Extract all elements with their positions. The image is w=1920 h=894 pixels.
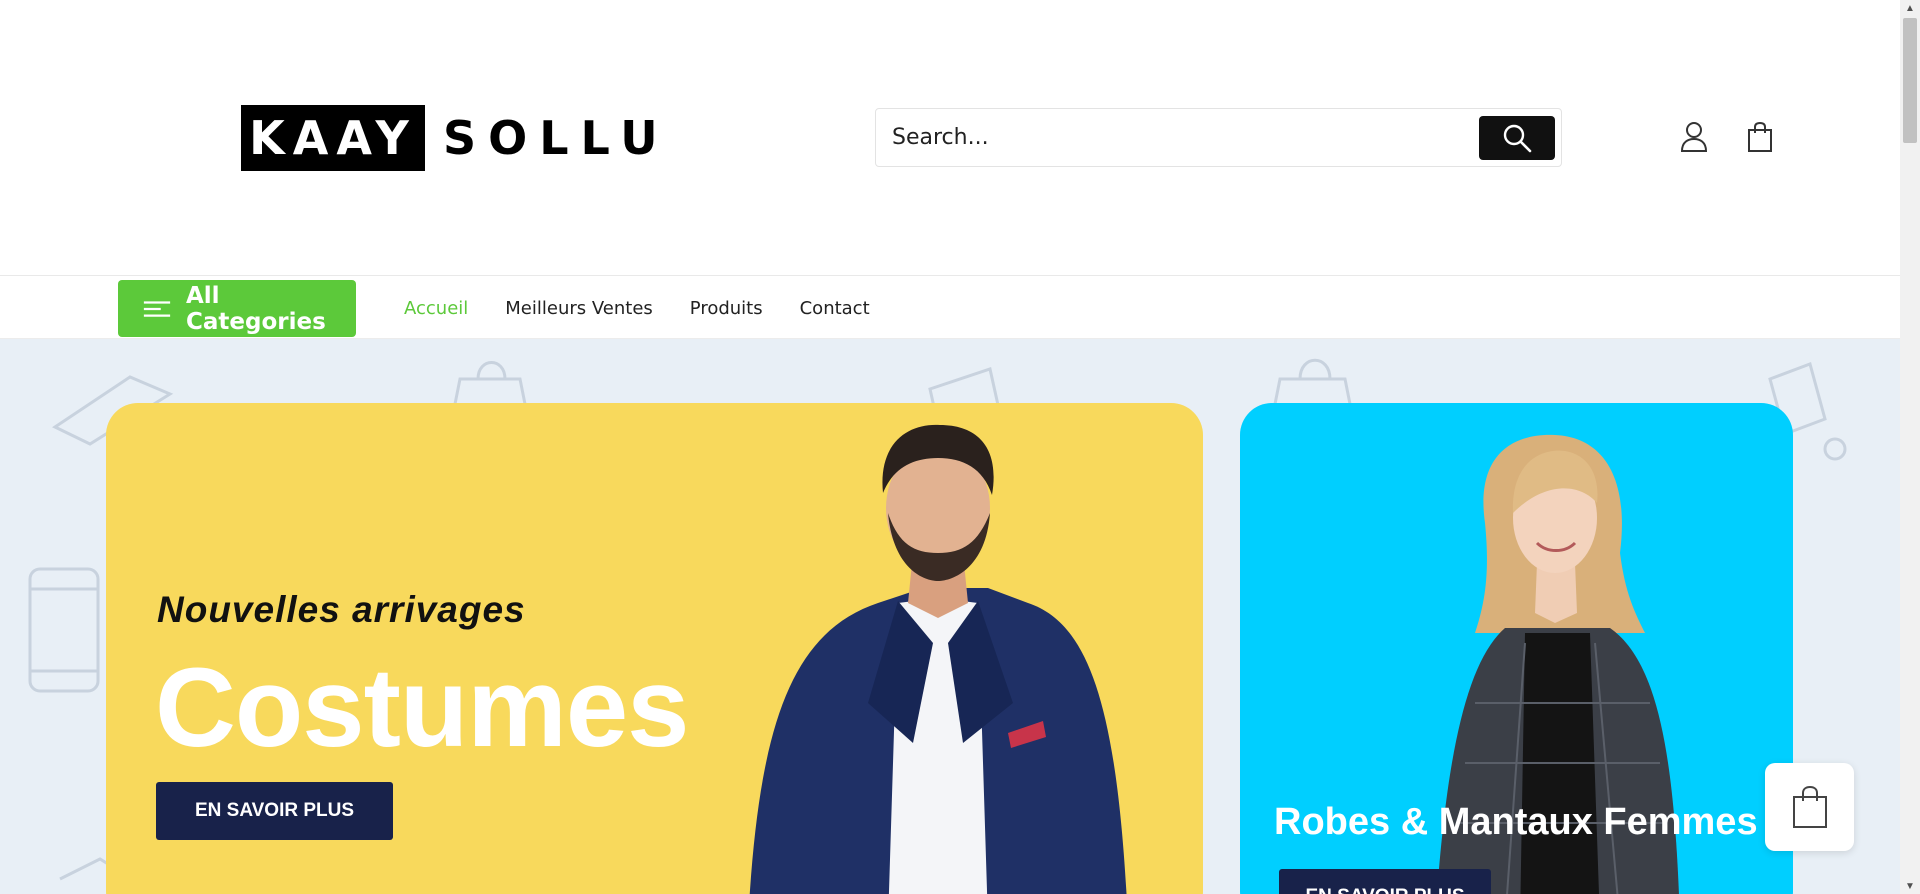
banner-costumes: Nouvelles arrivages Costumes EN SAVOIR P… <box>106 403 1203 894</box>
all-categories-label: All Categories <box>186 282 326 335</box>
cart-button[interactable] <box>1743 120 1777 154</box>
all-categories-button[interactable]: All Categories <box>118 280 356 337</box>
scroll-thumb[interactable] <box>1903 18 1917 143</box>
user-icon <box>1680 122 1708 152</box>
main-navbar: All Categories Accueil Meilleurs Ventes … <box>0 277 1900 339</box>
scroll-up-arrow[interactable]: ▲ <box>1900 0 1920 16</box>
logo-word-text: SOLLU <box>443 111 670 165</box>
site-header: KAAY SOLLU <box>0 0 1900 276</box>
side-learn-more-button[interactable]: EN SAVOIR PLUS <box>1279 869 1491 894</box>
banner-title: Costumes <box>155 645 689 770</box>
nav-link-contact[interactable]: Contact <box>800 298 870 319</box>
nav-links: Accueil Meilleurs Ventes Produits Contac… <box>404 277 907 339</box>
banner-robes-mantaux: Robes & Mantaux Femmes EN SAVOIR PLUS <box>1240 403 1793 894</box>
search-button[interactable] <box>1479 116 1555 160</box>
logo-box-text: KAAY <box>241 105 425 171</box>
banner-kicker: Nouvelles arrivages <box>157 589 526 630</box>
nav-link-produits[interactable]: Produits <box>690 298 763 319</box>
menu-icon <box>143 300 171 317</box>
scroll-down-arrow[interactable]: ▼ <box>1900 878 1920 894</box>
learn-more-button[interactable]: EN SAVOIR PLUS <box>156 782 393 840</box>
nav-link-meilleurs-ventes[interactable]: Meilleurs Ventes <box>505 298 653 319</box>
account-button[interactable] <box>1677 120 1711 154</box>
site-logo[interactable]: KAAY SOLLU <box>241 105 670 171</box>
floating-cart-button[interactable] <box>1765 763 1854 851</box>
side-banner-title: Robes & Mantaux Femmes <box>1274 801 1758 843</box>
shopping-bag-icon <box>1748 121 1772 152</box>
hero-section: Nouvelles arrivages Costumes EN SAVOIR P… <box>0 339 1900 894</box>
man-in-suit-image <box>749 424 1127 894</box>
search-bar <box>875 108 1562 167</box>
shopping-bag-icon <box>1792 785 1827 828</box>
search-input[interactable] <box>892 109 1452 166</box>
page-scrollbar[interactable]: ▲ ▼ <box>1900 0 1920 894</box>
search-icon <box>1503 124 1532 153</box>
nav-link-accueil[interactable]: Accueil <box>404 298 468 319</box>
